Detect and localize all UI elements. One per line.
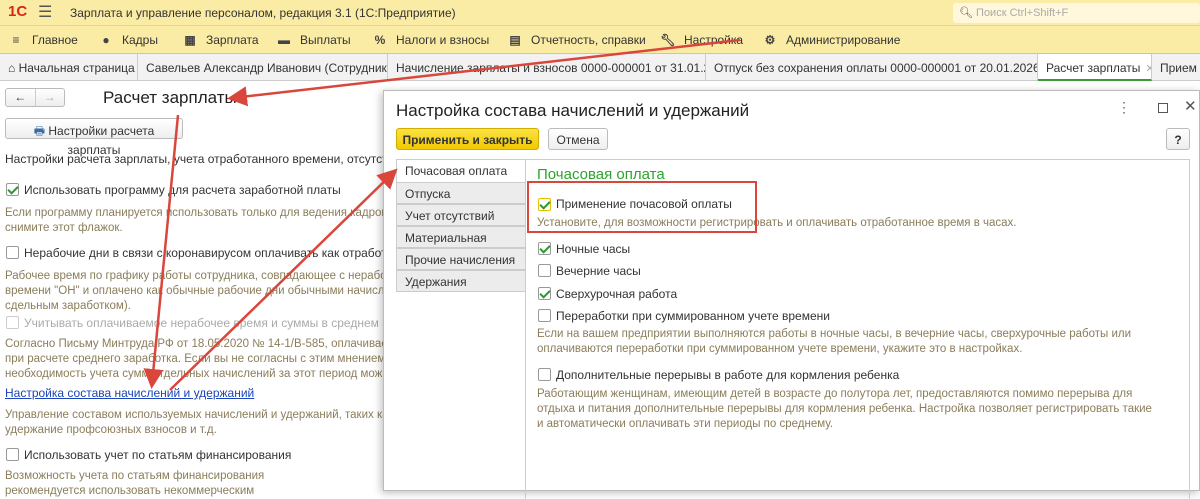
annotation-arrows xyxy=(143,38,741,391)
arrow-to-link xyxy=(143,114,180,389)
arrow-to-dialog xyxy=(169,168,398,391)
arrow-to-title xyxy=(227,38,741,107)
